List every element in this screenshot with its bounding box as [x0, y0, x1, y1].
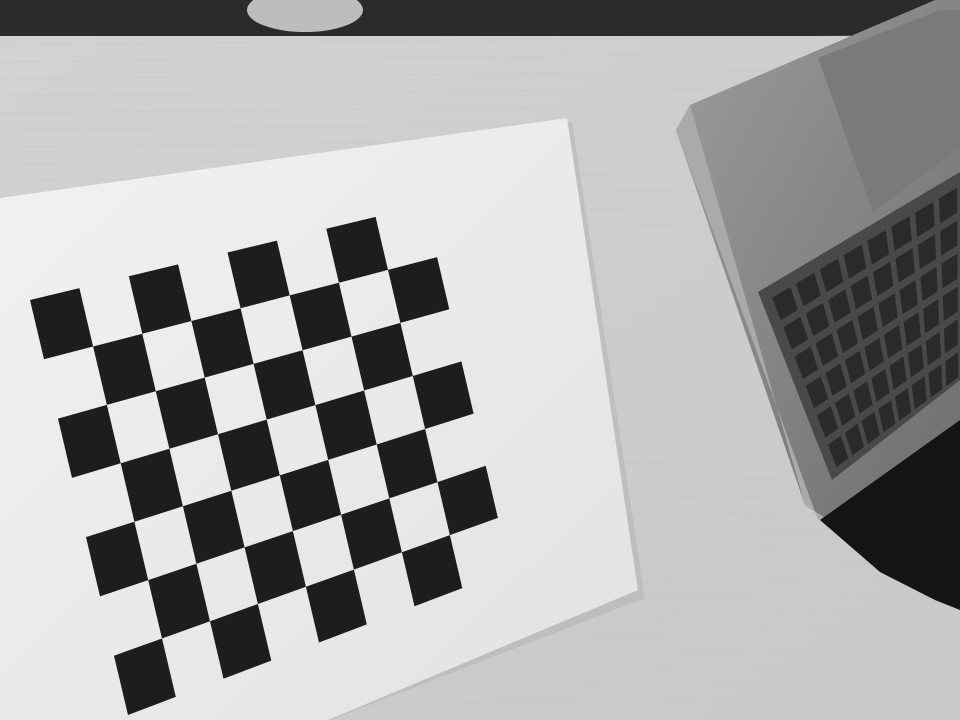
photo-scene — [0, 0, 960, 720]
background-strip — [0, 0, 960, 40]
